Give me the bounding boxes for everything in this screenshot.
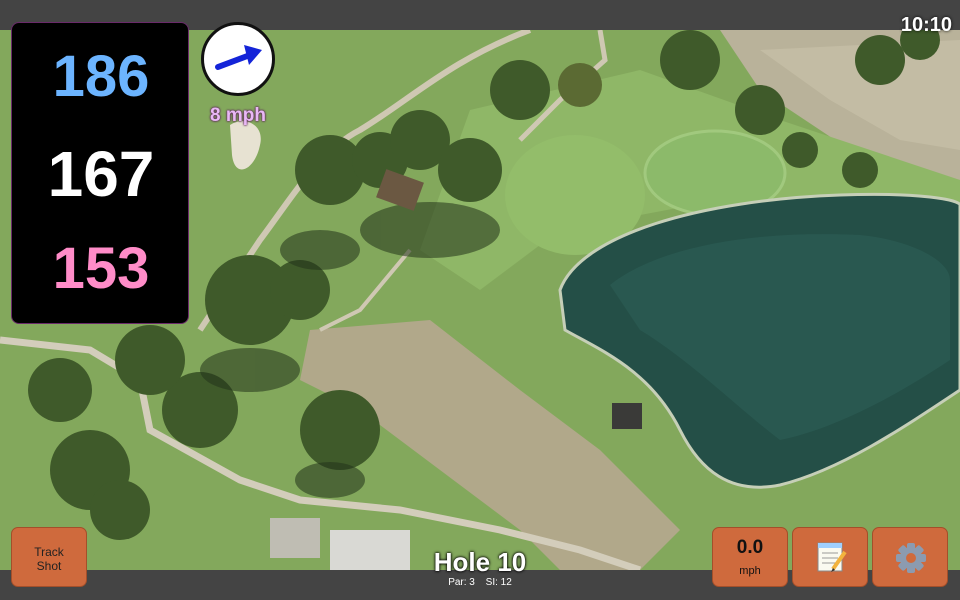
track-shot-label-line1: Track [34,545,64,559]
front-distance: 153 [52,236,150,301]
clock-time: 10:10 [900,14,952,36]
track-shot-button[interactable]: Track Shot [11,527,87,587]
middle-distance: 167 [47,138,155,210]
notes-button[interactable] [792,527,868,587]
hole-title: Hole 10 [433,547,527,577]
gear-icon [896,543,926,573]
settings-button[interactable] [872,527,948,587]
distance-panel: 186 167 153 [11,22,189,324]
hole-par: Par: 3 [448,577,475,588]
hole-stroke-index: SI: 12 [485,577,512,588]
notepad-icon [817,542,847,572]
back-distance: 186 [52,44,150,109]
track-shot-label-line2: Shot [36,559,62,573]
wind-direction-arrow-icon [215,45,262,70]
speed-unit: mph [739,565,761,577]
speed-button[interactable]: 0.0 mph [712,527,788,587]
speed-value: 0.0 [736,537,764,558]
hole-info: Par: 3 SI: 12 [380,577,580,588]
wind-speed-label: 8 mph [210,105,266,126]
wind-indicator [201,22,275,96]
